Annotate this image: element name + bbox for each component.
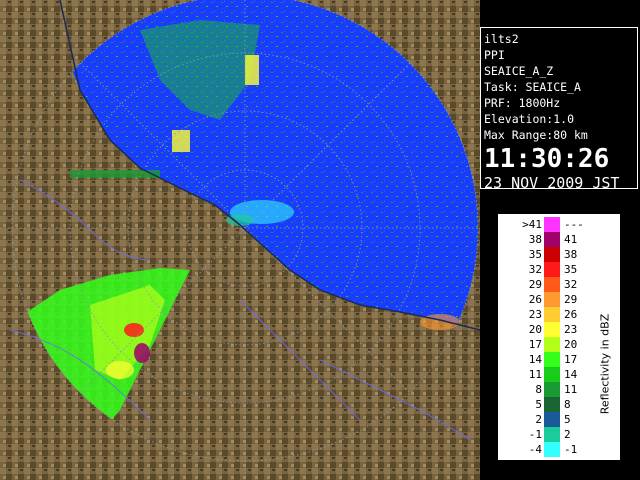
legend-lower-bound: 38 (528, 233, 542, 246)
prf-value: PRF: 1800Hz (484, 96, 561, 110)
legend-row: 20 23 (512, 322, 602, 337)
legend-row: 58 (512, 397, 602, 412)
reflectivity-legend: >41 --- 38 41 35 38 32 35 29 32 26 29 23 26 20 23 17 20 14… (497, 213, 621, 461)
precip-max-2 (134, 343, 150, 363)
legend-color-swatch (544, 337, 560, 352)
legend-lower-bound: 23 (528, 308, 542, 321)
legend-color-swatch (544, 292, 560, 307)
legend-row: 26 29 (512, 292, 602, 307)
product-name: SEAICE_A_Z (484, 64, 554, 78)
radar-ppi-display (0, 0, 480, 480)
legend-row: -4 -1 (512, 442, 602, 457)
legend-row: 29 32 (512, 277, 602, 292)
legend-color-swatch (544, 352, 560, 367)
legend-upper-bound: 38 (564, 248, 578, 261)
legend-color-swatch (544, 277, 560, 292)
legend-lower-bound: -4 (528, 443, 542, 456)
legend-color-swatch (544, 262, 560, 277)
legend-lower-bound: 5 (535, 398, 542, 411)
task-name: Task: SEAICE_A (484, 80, 581, 94)
legend-lower-bound: 20 (528, 323, 542, 336)
legend-upper-bound: 23 (564, 323, 578, 336)
legend-title: Reflectivity in dBZ (598, 313, 612, 415)
legend-title-box: Reflectivity in dBZ (593, 284, 617, 444)
legend-upper-bound: 29 (564, 293, 578, 306)
max-range-value: Max Range:80 km (484, 128, 588, 142)
legend-row: >41 --- (512, 217, 602, 232)
legend-row: 8 11 (512, 382, 602, 397)
legend-upper-bound: -1 (564, 443, 578, 456)
legend-row: 38 41 (512, 232, 602, 247)
legend-color-swatch (544, 397, 560, 412)
legend-lower-bound: 8 (535, 383, 542, 396)
legend-color-swatch (544, 382, 560, 397)
legend-upper-bound: 2 (564, 428, 571, 441)
legend-upper-bound: 41 (564, 233, 578, 246)
legend-lower-bound: 14 (528, 353, 542, 366)
radar-info-panel: ilts2 PPI SEAICE_A_Z Task: SEAICE_A PRF:… (480, 27, 638, 192)
legend-color-swatch (544, 427, 560, 442)
scan-type: PPI (484, 48, 505, 62)
legend-lower-bound: 26 (528, 293, 542, 306)
legend-row: 17 20 (512, 337, 602, 352)
legend-upper-bound: 11 (564, 383, 578, 396)
legend-lower-bound: 17 (528, 338, 542, 351)
legend-upper-bound: 35 (564, 263, 578, 276)
legend-row: -1 2 (512, 427, 602, 442)
yellow-echo-1 (245, 55, 259, 85)
precip-max-1 (124, 323, 144, 337)
legend-upper-bound: 8 (564, 398, 571, 411)
legend-color-swatch (544, 367, 560, 382)
legend-color-swatch (544, 412, 560, 427)
precip-yellow (106, 361, 134, 379)
legend-color-swatch (544, 442, 560, 457)
legend-row: 11 14 (512, 367, 602, 382)
legend-row: 23 26 (512, 307, 602, 322)
legend-upper-bound: 5 (564, 413, 571, 426)
scan-time: 11:30:26 (484, 144, 610, 174)
coast-echo-right (420, 314, 460, 330)
legend-color-swatch (544, 247, 560, 262)
legend-color-swatch (544, 217, 560, 232)
legend-lower-bound: 35 (528, 248, 542, 261)
radar-name: ilts2 (484, 32, 519, 46)
legend-lower-bound: 32 (528, 263, 542, 276)
legend-rows: >41 --- 38 41 35 38 32 35 29 32 26 29 23 26 20 23 17 20 14… (512, 217, 602, 457)
legend-lower-bound: >41 (522, 218, 542, 231)
legend-row: 25 (512, 412, 602, 427)
legend-lower-bound: 2 (535, 413, 542, 426)
yellow-echo-2 (172, 130, 190, 152)
legend-color-swatch (544, 322, 560, 337)
legend-upper-bound: 32 (564, 278, 578, 291)
radar-image (0, 0, 480, 480)
legend-upper-bound: 26 (564, 308, 578, 321)
legend-row: 32 35 (512, 262, 602, 277)
legend-color-swatch (544, 232, 560, 247)
legend-upper-bound: 17 (564, 353, 578, 366)
legend-lower-bound: -1 (528, 428, 542, 441)
legend-lower-bound: 29 (528, 278, 542, 291)
legend-row: 35 38 (512, 247, 602, 262)
legend-row: 14 17 (512, 352, 602, 367)
legend-color-swatch (544, 307, 560, 322)
elevation-value: Elevation:1.0 (484, 112, 575, 126)
legend-lower-bound: 11 (528, 368, 542, 381)
legend-upper-bound: 14 (564, 368, 578, 381)
scan-date: 23 NOV 2009 JST (484, 174, 620, 192)
legend-upper-bound: 20 (564, 338, 578, 351)
legend-upper-bound: --- (564, 218, 584, 231)
